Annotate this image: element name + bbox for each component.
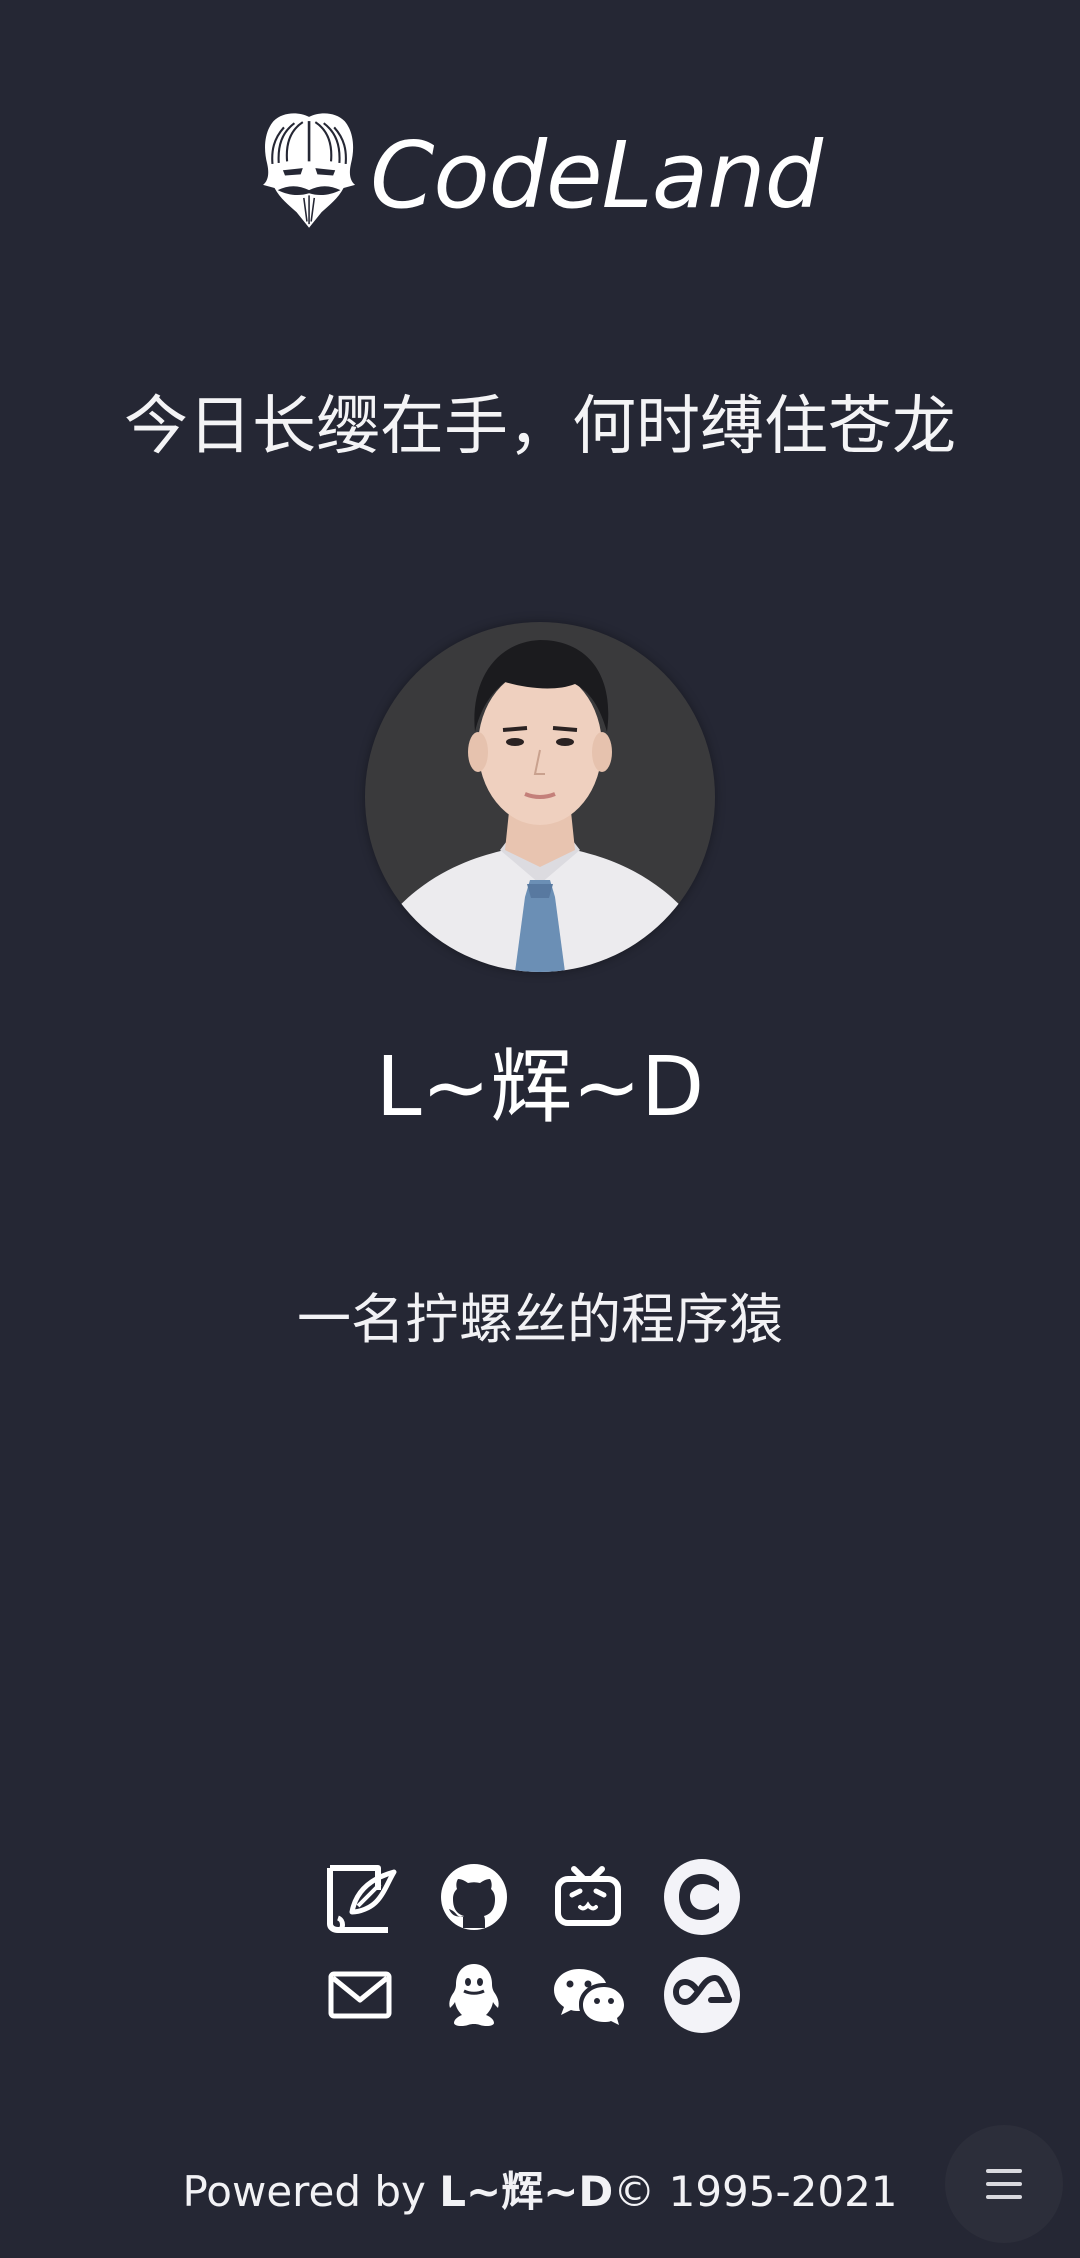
menu-button[interactable] — [945, 2125, 1063, 2243]
mask-logo-icon — [263, 112, 356, 228]
wechat-icon — [554, 1969, 624, 2025]
footer: Powered by L~辉~D© 1995-2021 — [0, 2158, 1080, 2219]
juejin-icon — [664, 1957, 740, 2033]
github-icon — [441, 1864, 507, 1930]
footer-copyright: © 1995-2021 — [613, 2167, 898, 2216]
blog-link[interactable] — [320, 1858, 400, 1936]
site-logo[interactable]: CodeLand — [262, 55, 823, 285]
site-motto: 今日长缨在手，何时缚住苍龙 — [124, 390, 956, 464]
social-links — [320, 1858, 760, 2034]
footer-prefix: Powered by — [182, 2167, 440, 2216]
qq-icon — [449, 1964, 499, 2027]
email-icon — [328, 1971, 392, 2019]
profile-name: L~辉~D — [375, 1040, 705, 1135]
brand-name: CodeLand — [370, 121, 823, 229]
qq-link[interactable] — [434, 1956, 514, 2034]
juejin-link[interactable] — [662, 1956, 742, 2034]
wechat-link[interactable] — [548, 1956, 628, 2034]
bilibili-icon — [555, 1866, 621, 1926]
avatar — [365, 622, 715, 972]
csdn-link[interactable] — [662, 1858, 742, 1936]
github-link[interactable] — [434, 1858, 514, 1936]
email-link[interactable] — [320, 1956, 400, 2034]
bilibili-link[interactable] — [548, 1858, 628, 1936]
menu-icon — [986, 2169, 1022, 2199]
footer-author: L~辉~D — [439, 2167, 614, 2216]
csdn-icon — [664, 1859, 740, 1935]
blog-icon — [327, 1865, 397, 1933]
profile-bio: 一名拧螺丝的程序猿 — [297, 1288, 783, 1351]
home-page: CodeLand 今日长缨在手，何时缚住苍龙 L~辉~D 一名拧螺丝的程序猿 P… — [0, 0, 1080, 2258]
